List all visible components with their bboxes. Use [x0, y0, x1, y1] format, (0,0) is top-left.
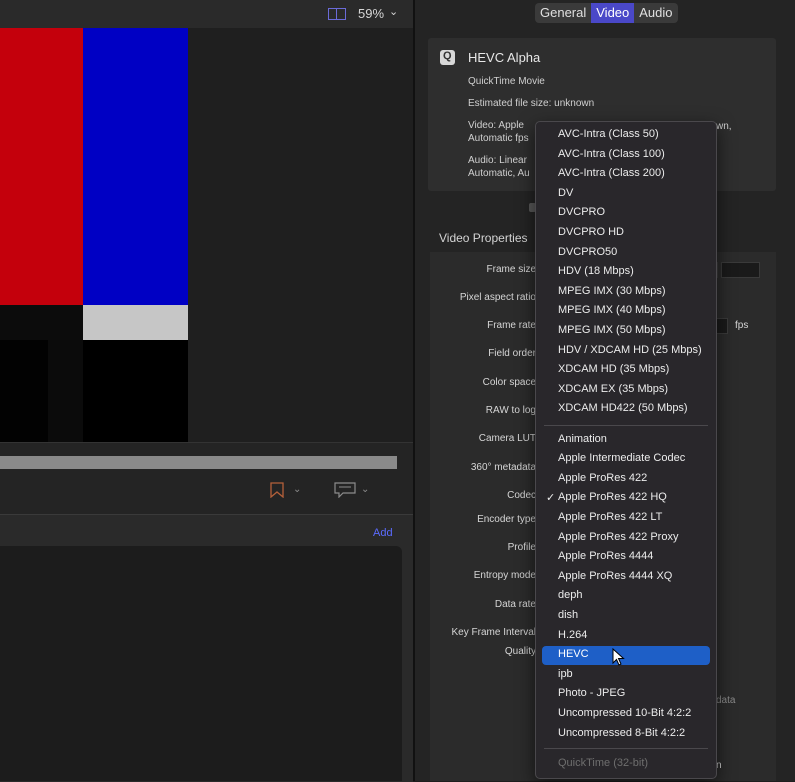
menu-separator: [544, 425, 708, 426]
camera-lut-label: Camera LUT: [478, 433, 536, 444]
timeline-strip: [0, 442, 413, 515]
video-summary-tail: wn,: [716, 121, 732, 132]
video-summary-line2: Automatic fps: [468, 133, 529, 144]
codec-menu-item[interactable]: Apple ProRes 422 Proxy: [558, 531, 678, 543]
codec-menu-item[interactable]: Uncompressed 8-Bit 4:2:2: [558, 727, 685, 739]
codec-menu-item[interactable]: Apple Intermediate Codec: [558, 452, 685, 464]
format-text: QuickTime Movie: [468, 76, 545, 87]
preset-title: HEVC Alpha: [468, 50, 541, 65]
codec-menu-item[interactable]: DVCPRO: [558, 206, 605, 218]
profile-label: Profile: [507, 542, 536, 553]
codec-menu-item[interactable]: Apple ProRes 4444 XQ: [558, 570, 672, 582]
pixel-aspect-label: Pixel aspect ratio: [459, 292, 536, 303]
entropy-mode-label: Entropy mode: [473, 570, 536, 581]
tab-general[interactable]: General: [535, 3, 591, 23]
field-order-label: Field order: [488, 348, 536, 359]
codec-menu-item[interactable]: DVCPRO HD: [558, 226, 624, 238]
codec-menu-item[interactable]: Apple ProRes 422 LT: [558, 511, 662, 523]
quality-label: Quality: [504, 646, 536, 657]
color-bar-red: [0, 28, 83, 305]
frame-rate-label: Frame rate: [487, 320, 536, 331]
codec-menu-item[interactable]: XDCAM HD (35 Mbps): [558, 363, 669, 375]
bookmark-chevron-down-icon[interactable]: ⌄: [293, 484, 301, 495]
codec-menu-item[interactable]: AVC-Intra (Class 100): [558, 148, 665, 160]
codec-menu-item[interactable]: Apple ProRes 422 HQ: [558, 491, 667, 503]
codec-menu-item[interactable]: Photo - JPEG: [558, 687, 625, 699]
add-button[interactable]: Add: [373, 527, 393, 539]
codec-menu-item[interactable]: XDCAM EX (35 Mbps): [558, 383, 668, 395]
timeline-scrubber[interactable]: [0, 456, 397, 469]
color-bar-pluge-2: [48, 340, 83, 442]
frame-size-label: Frame size: [486, 264, 536, 275]
metadata-tail-text: data: [716, 695, 736, 706]
quicktime-icon: [440, 50, 455, 65]
codec-menu-item[interactable]: DV: [558, 187, 573, 199]
color-bar-white: [83, 305, 188, 340]
codec-menu-item[interactable]: AVC-Intra (Class 50): [558, 128, 659, 140]
encoder-type-label: Encoder type: [477, 514, 536, 525]
zoom-level[interactable]: 59%: [358, 6, 384, 21]
codec-menu-item[interactable]: ipb: [558, 668, 573, 680]
codec-menu-item[interactable]: AVC-Intra (Class 200): [558, 167, 665, 179]
viewer-background: [188, 28, 413, 442]
video-properties-header: Video Properties: [439, 231, 528, 245]
pointer-cursor-icon: [612, 648, 625, 666]
tab-audio[interactable]: Audio: [634, 3, 677, 23]
fps-unit: fps: [735, 320, 749, 331]
color-bar-pluge-1: [0, 340, 48, 442]
codec-menu-item[interactable]: Uncompressed 10-Bit 4:2:2: [558, 707, 691, 719]
checkmark-icon: ✓: [546, 492, 556, 505]
codec-menu-item[interactable]: DVCPRO50: [558, 246, 617, 258]
comment-chevron-down-icon[interactable]: ⌄: [361, 484, 369, 495]
raw-to-log-label: RAW to log: [485, 405, 536, 416]
codec-menu-item[interactable]: deph: [558, 589, 582, 601]
codec-menu-item[interactable]: Apple ProRes 422: [558, 472, 647, 484]
codec-menu-item[interactable]: Animation: [558, 433, 607, 445]
color-space-label: Color space: [482, 377, 536, 388]
color-bar-pluge-3: [83, 340, 188, 442]
file-size-text: Estimated file size: unknown: [468, 98, 595, 109]
codec-menu-item[interactable]: HEVC: [558, 648, 589, 660]
codec-menu-item[interactable]: dish: [558, 609, 578, 621]
codec-menu-item-disabled: QuickTime (32-bit): [558, 756, 649, 769]
viewer-toolbar: [0, 0, 413, 28]
viewer-layout-icon[interactable]: [328, 8, 346, 20]
metadata-360-label: 360° metadata: [470, 462, 536, 473]
audio-summary-line1: Audio: Linear: [468, 155, 527, 166]
codec-menu-item[interactable]: HDV (18 Mbps): [558, 265, 634, 277]
list-area: [0, 546, 402, 781]
video-summary-line1: Video: Apple: [468, 120, 524, 131]
codec-menu-item[interactable]: MPEG IMX (30 Mbps): [558, 285, 666, 297]
key-frame-label: Key Frame Interval: [451, 627, 536, 638]
color-bar-blue: [83, 28, 188, 305]
tab-video[interactable]: Video: [591, 3, 635, 23]
codec-menu-item[interactable]: MPEG IMX (50 Mbps): [558, 324, 666, 336]
codec-menu-item[interactable]: H.264: [558, 629, 587, 641]
comment-icon[interactable]: [334, 482, 356, 498]
codec-menu-item[interactable]: XDCAM HD422 (50 Mbps): [558, 402, 688, 414]
frame-size-height-field[interactable]: [721, 262, 760, 278]
data-rate-label: Data rate: [494, 599, 536, 610]
codec-menu-item[interactable]: HDV / XDCAM HD (25 Mbps): [558, 344, 702, 356]
audio-summary-line2: Automatic, Au: [468, 168, 530, 179]
bookmark-icon[interactable]: [270, 482, 284, 498]
zoom-chevron-down-icon[interactable]: ⌄: [389, 5, 398, 18]
codec-label: Codec: [507, 490, 536, 501]
codec-dropdown-menu: AVC-Intra (Class 50) AVC-Intra (Class 100…: [535, 121, 717, 779]
inspector-tabs: General Video Audio: [535, 3, 678, 23]
codec-menu-item[interactable]: MPEG IMX (40 Mbps): [558, 304, 666, 316]
menu-separator: [544, 748, 708, 750]
color-bar-black: [0, 305, 83, 340]
codec-menu-item[interactable]: Apple ProRes 4444: [558, 550, 653, 562]
